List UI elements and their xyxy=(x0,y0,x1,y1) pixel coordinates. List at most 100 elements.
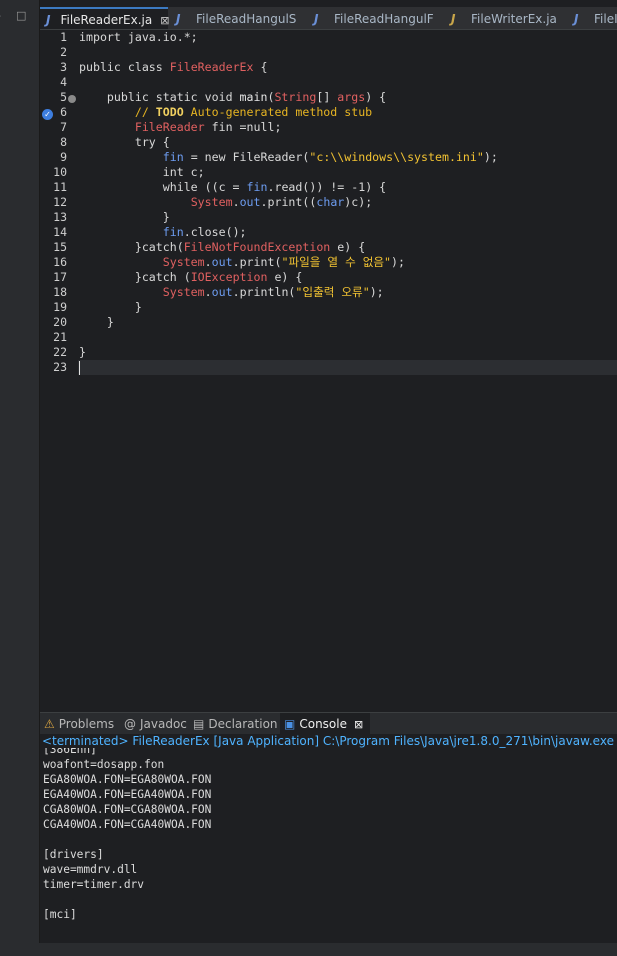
maximize-icon[interactable]: □ xyxy=(16,9,26,22)
line-number: 11 xyxy=(53,180,67,194)
code-token: { xyxy=(253,60,268,74)
code-line[interactable]: fin = new FileReader("c:\\windows\\syste… xyxy=(79,150,498,165)
code-token: out xyxy=(239,195,261,209)
status-bar xyxy=(0,943,617,956)
line-number: 14 xyxy=(53,225,67,239)
code-token: fin xyxy=(162,150,184,164)
line-number: 13 xyxy=(53,210,67,224)
line-number: 17 xyxy=(53,270,67,284)
code-token: IOException xyxy=(190,270,268,284)
code-token: System xyxy=(190,195,233,209)
problems-icon: ⚠ xyxy=(44,717,55,731)
console-line: EGA40WOA.FON=EGA40WOA.FON xyxy=(43,788,212,801)
code-line[interactable]: public static void main(String[] args) { xyxy=(79,90,386,105)
line-number: 5 xyxy=(60,90,67,104)
text-caret xyxy=(79,361,80,375)
code-token: fin xyxy=(246,180,268,194)
code-token: } xyxy=(79,300,142,314)
code-token: }catch( xyxy=(79,240,184,254)
console-output[interactable]: [386Enh] woafont=dosapp.fon EGA80WOA.FON=E… xyxy=(40,748,617,943)
line-number: 4 xyxy=(60,75,67,89)
code-token: int c; xyxy=(79,165,205,179)
code-line[interactable]: fin.close(); xyxy=(79,225,247,240)
code-editor[interactable]: ✓ 1 2 3 4 5 6 7 8 9 10 11 12 13 14 15 16 17 18 19 20 21 22 23 … xyxy=(40,30,617,708)
code-line[interactable]: }catch(FileNotFoundException e) { xyxy=(79,240,365,255)
console-line: woafont=dosapp.fon xyxy=(43,758,165,771)
code-line[interactable]: } xyxy=(79,210,170,225)
line-number: 21 xyxy=(53,330,67,344)
code-line[interactable]: try { xyxy=(79,135,170,150)
editor-tab-label: FileIn xyxy=(594,11,617,26)
editor-tab[interactable]: J FileReadHangulS xyxy=(170,7,306,29)
minimize-icon[interactable]: - xyxy=(0,9,1,22)
code-line[interactable]: }catch (IOException e) { xyxy=(79,270,303,285)
code-line[interactable]: FileReader fin =null; xyxy=(79,120,282,135)
editor-tab[interactable]: J FileReadHangulF xyxy=(308,7,443,29)
view-tab-declaration[interactable]: ▤ Declaration xyxy=(189,713,280,735)
code-token: .read()) != -1) { xyxy=(267,180,387,194)
java-file-icon: J xyxy=(574,11,579,26)
code-line[interactable]: while ((c = fin.read()) != -1) { xyxy=(79,180,386,195)
editor-tab[interactable]: J FileIn xyxy=(568,7,617,29)
close-view-icon[interactable]: ⊠ xyxy=(354,718,363,731)
javadoc-icon: @ xyxy=(124,717,136,731)
code-token: FileReaderEx xyxy=(169,60,254,74)
editor-tab-label: FileReadHangulS xyxy=(196,11,297,26)
code-token: ); xyxy=(391,255,406,269)
editor-tab-label: FileReaderEx.ja xyxy=(60,13,153,27)
line-number: 6 xyxy=(60,105,67,119)
code-line[interactable]: } xyxy=(79,315,114,330)
fold-toggle-icon[interactable] xyxy=(68,95,76,103)
code-token: } xyxy=(79,315,114,329)
code-line[interactable]: // TODO Auto-generated method stub xyxy=(79,105,372,120)
console-icon: ▣ xyxy=(284,717,296,731)
code-line[interactable]: System.out.println("입출력 오류"); xyxy=(79,285,384,300)
view-tab-console[interactable]: ▣ Console ⊠ xyxy=(280,713,370,735)
line-number: 1 xyxy=(60,30,67,44)
declaration-icon: ▤ xyxy=(193,717,205,731)
line-number-gutter: ✓ 1 2 3 4 5 6 7 8 9 10 11 12 13 14 15 16 17 18 19 20 21 22 23 xyxy=(40,30,76,708)
code-token: .print(( xyxy=(260,195,317,209)
editor-tab-bar: J FileReaderEx.ja ⊠ J FileReadHangulS J FileRe… xyxy=(40,7,617,30)
java-file-icon: J xyxy=(314,11,319,26)
editor-tab[interactable]: J FileReaderEx.ja ⊠ xyxy=(40,7,169,29)
console-line: timer=timer.drv xyxy=(43,878,145,891)
code-token: }catch ( xyxy=(79,270,191,284)
close-tab-icon[interactable]: ⊠ xyxy=(160,14,169,27)
code-line[interactable]: public class FileReaderEx { xyxy=(79,60,267,75)
code-token: TODO xyxy=(155,105,184,119)
code-token: fin xyxy=(162,225,184,239)
java-file-icon: J xyxy=(176,11,181,26)
console-line: EGA80WOA.FON=EGA80WOA.FON xyxy=(43,773,212,786)
code-token: "c:\\windows\\system.ini" xyxy=(309,150,484,164)
view-tab-javadoc[interactable]: @ Javadoc xyxy=(120,713,189,735)
view-tab-label: Declaration xyxy=(208,717,278,731)
line-number: 7 xyxy=(60,120,67,134)
code-token: public class xyxy=(79,60,170,74)
code-line[interactable]: } xyxy=(79,345,86,360)
line-number: 15 xyxy=(53,240,67,254)
code-token: } xyxy=(79,345,86,359)
code-token: out xyxy=(211,285,233,299)
current-line-highlight xyxy=(78,360,617,375)
editor-tab[interactable]: J FileWriterEx.ja xyxy=(445,7,566,29)
code-token: ) { xyxy=(365,90,387,104)
code-line[interactable]: } xyxy=(79,300,142,315)
view-tab-label: Javadoc xyxy=(140,717,187,731)
code-token: try { xyxy=(79,135,170,149)
code-line[interactable]: int c; xyxy=(79,165,205,180)
code-token: .println( xyxy=(232,285,296,299)
line-number: 9 xyxy=(60,150,67,164)
line-number: 8 xyxy=(60,135,67,149)
line-number: 22 xyxy=(53,345,67,359)
view-tab-problems[interactable]: ⚠ Problems xyxy=(40,713,120,735)
code-line[interactable]: System.out.print("파일을 열 수 없음"); xyxy=(79,255,405,270)
code-token: [] xyxy=(316,90,338,104)
console-line: [mci] xyxy=(43,908,77,921)
code-line[interactable]: import java.io.*; xyxy=(79,30,198,45)
code-token: char xyxy=(316,195,345,209)
code-line[interactable]: System.out.print((char)c); xyxy=(79,195,373,210)
